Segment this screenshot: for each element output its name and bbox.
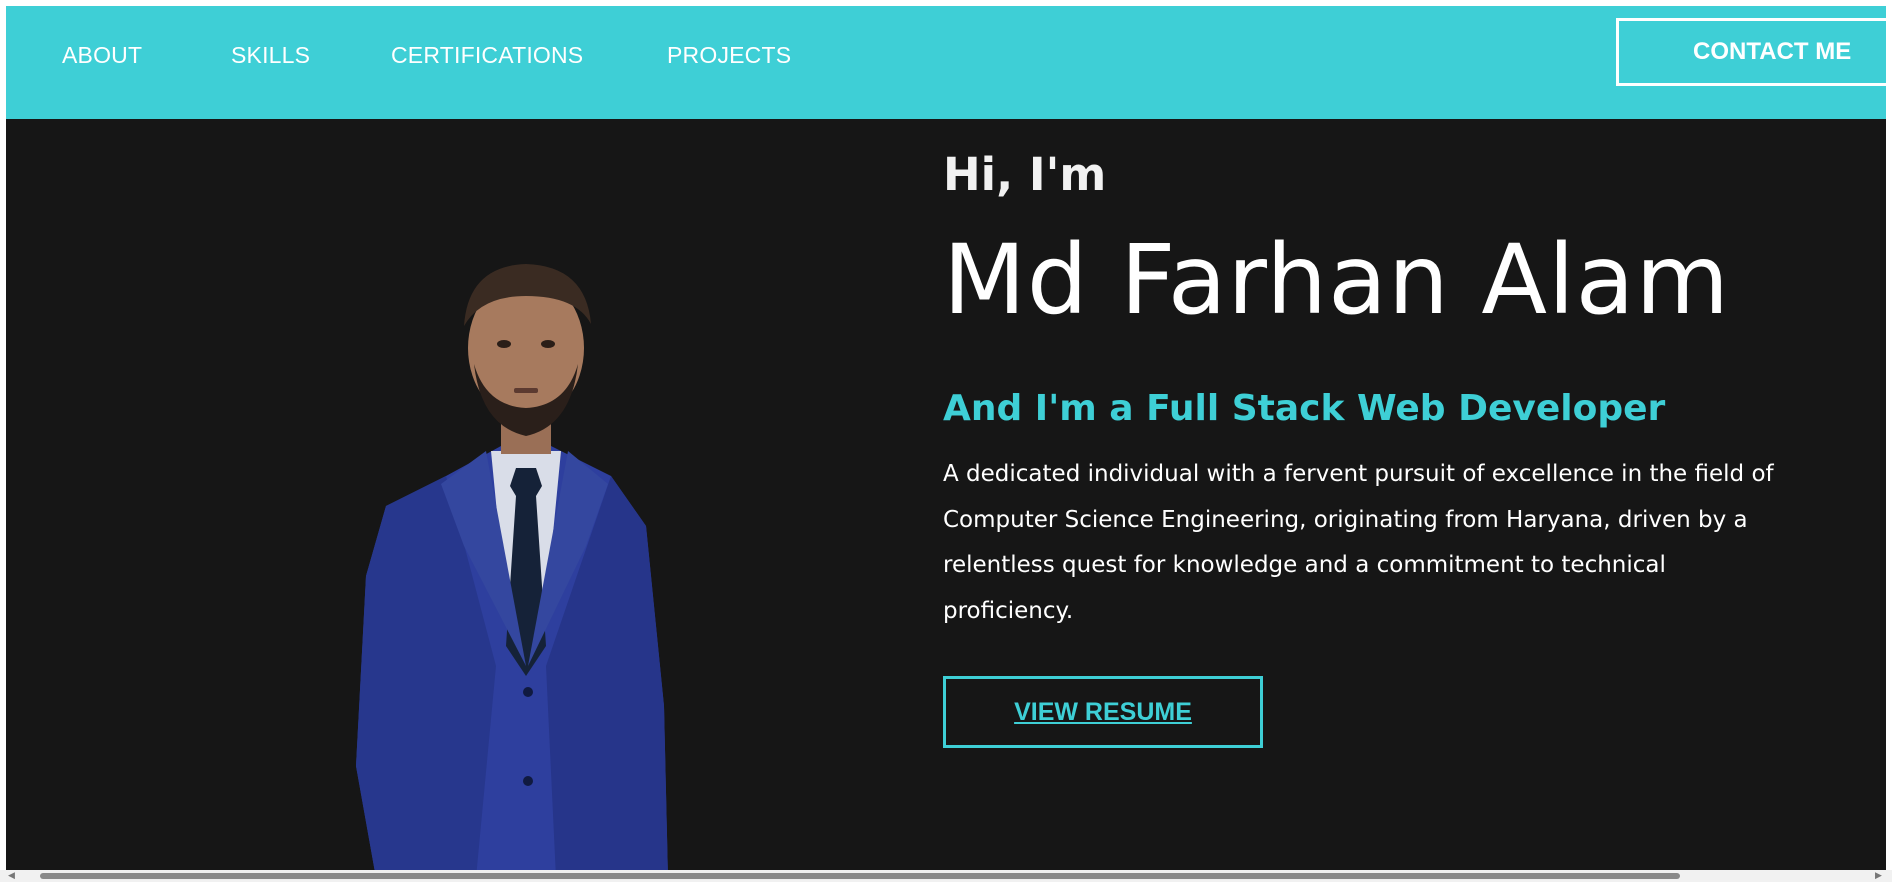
role-subheading: And I'm a Full Stack Web Developer	[943, 388, 1666, 429]
navbar: ABOUT SKILLS CERTIFICATIONS PROJECTS CON…	[6, 6, 1886, 119]
nav-link-about[interactable]: ABOUT	[62, 42, 142, 69]
scroll-right-arrow-icon[interactable]: ▶	[1875, 871, 1882, 881]
profile-photo	[356, 264, 668, 876]
bio-paragraph: A dedicated individual with a fervent pu…	[943, 461, 1774, 624]
nav-link-projects[interactable]: PROJECTS	[667, 42, 791, 69]
nav-link-certifications[interactable]: CERTIFICATIONS	[391, 42, 583, 69]
scroll-left-arrow-icon[interactable]: ◀	[8, 871, 15, 881]
view-resume-button[interactable]: VIEW RESUME	[943, 676, 1263, 748]
horizontal-scrollbar[interactable]: ◀ ▶	[0, 870, 1892, 882]
name-heading: Md Farhan Alam	[943, 224, 1731, 336]
contact-me-button[interactable]: CONTACT ME	[1616, 18, 1886, 86]
greeting-heading: Hi, I'm	[943, 148, 1107, 201]
scrollbar-thumb[interactable]	[40, 873, 1680, 879]
portfolio-page: ABOUT SKILLS CERTIFICATIONS PROJECTS CON…	[6, 6, 1886, 876]
nav-link-skills[interactable]: SKILLS	[231, 42, 310, 69]
